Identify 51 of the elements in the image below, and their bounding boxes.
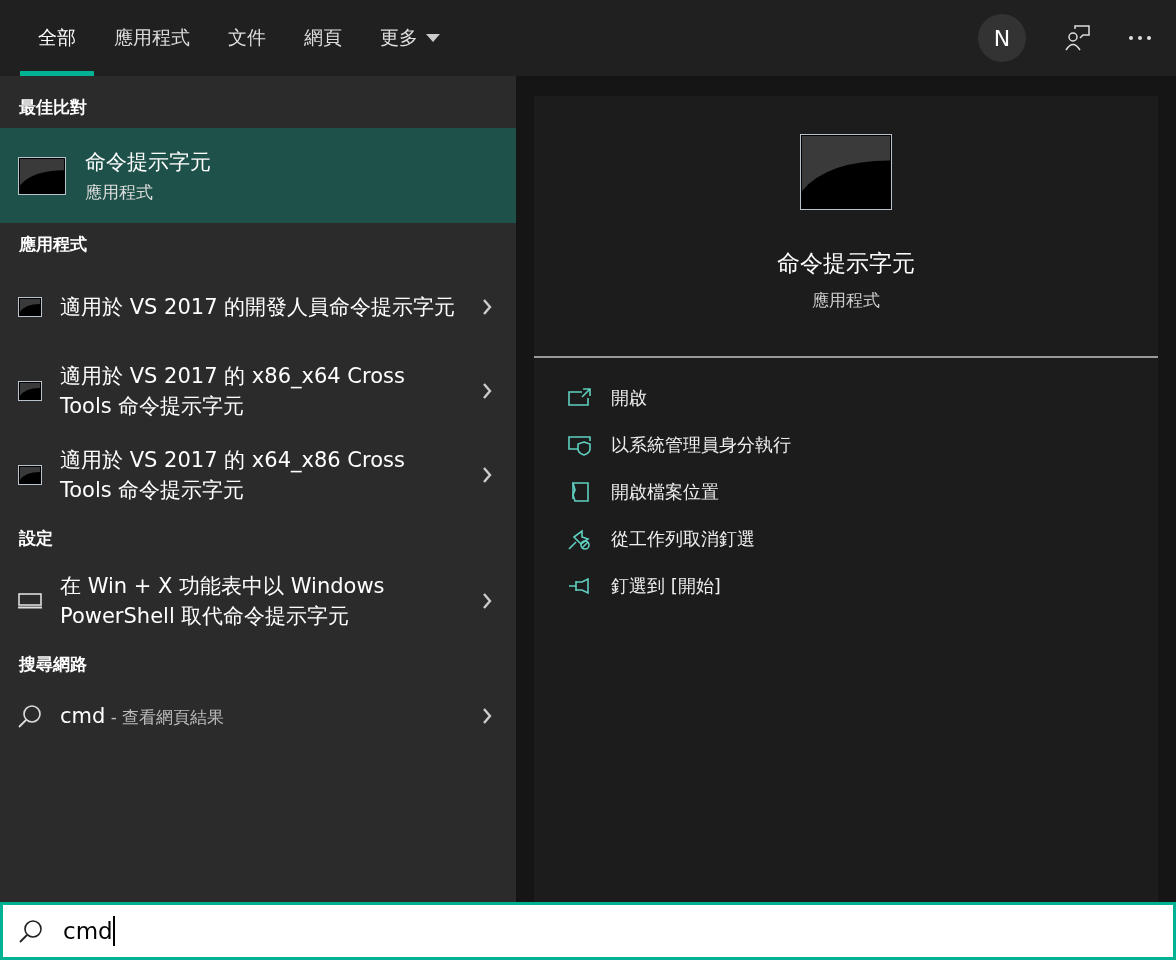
result-subtitle: 應用程式 (85, 181, 154, 204)
terminal-icon (18, 465, 42, 485)
feedback-icon[interactable] (1064, 25, 1090, 51)
chevron-icon (482, 592, 492, 610)
more-icon[interactable] (1128, 35, 1152, 41)
result-title: 適用於 VS 2017 的 x86_x64 Cross Tools 命令提示字元 (60, 363, 406, 420)
action-item[interactable]: 開啟 (568, 386, 1158, 410)
result-title: 在 Win + X 功能表中以 Windows PowerShell 取代命令提示字元 (60, 573, 386, 630)
terminal-icon (800, 134, 892, 210)
query-text: cmd (60, 703, 106, 728)
section-heading: 設定 (18, 527, 54, 550)
terminal-icon (18, 297, 42, 317)
account-avatar[interactable]: N (978, 14, 1026, 62)
search-icon (19, 919, 43, 943)
hint-text: - 查看網頁結果 (109, 706, 225, 727)
terminal-icon (18, 156, 66, 195)
unpin-icon (568, 528, 591, 550)
tab[interactable]: 網頁 (304, 0, 342, 76)
section-heading: 應用程式 (18, 233, 88, 256)
app-title: 命令提示字元 (777, 249, 915, 278)
section-heading: 搜尋網路 (17, 653, 88, 676)
chevron-icon (482, 382, 492, 400)
result-title: 命令提示字元 (85, 149, 212, 176)
chevron-icon (482, 466, 492, 484)
laptop-icon (18, 593, 42, 609)
action-item[interactable]: 釘選到 [開始] (568, 574, 1158, 598)
tab[interactable]: 更多 (380, 0, 440, 76)
terminal-icon (18, 381, 42, 401)
result-title: 適用於 VS 2017 的 x64_x86 Cross Tools 命令提示字元 (60, 447, 406, 504)
result-item[interactable]: 適用於 VS 2017 的 x86_x64 Cross Tools 命令提示字元 (0, 349, 516, 433)
action-item[interactable]: 以系統管理員身分執行 (568, 433, 1158, 457)
caret-icon (426, 34, 440, 42)
result-item[interactable]: 命令提示字元 應用程式 (0, 128, 516, 223)
chevron-icon (482, 298, 492, 316)
tab[interactable]: 應用程式 (114, 0, 190, 76)
action-item[interactable]: 開啟檔案位置 (568, 480, 1158, 504)
result-item[interactable]: cmd - 查看網頁結果 (0, 685, 516, 747)
pin-icon (568, 575, 591, 597)
result-title: 適用於 VS 2017 的開發人員命令提示字元 (60, 294, 457, 321)
open-external-icon (568, 387, 591, 409)
search-field[interactable]: cmd (0, 902, 1176, 960)
search-icon (18, 704, 42, 728)
action-item[interactable]: 從工作列取消釘選 (568, 527, 1158, 551)
app-type: 應用程式 (812, 289, 880, 312)
tab[interactable]: 文件 (228, 0, 266, 76)
section-heading: 最佳比對 (18, 96, 88, 119)
chevron-icon (482, 707, 492, 725)
result-item[interactable]: 在 Win + X 功能表中以 Windows PowerShell 取代命令提示字元 (0, 559, 516, 643)
result-item[interactable]: 適用於 VS 2017 的 x64_x86 Cross Tools 命令提示字元 (0, 433, 516, 517)
result-item[interactable]: 適用於 VS 2017 的開發人員命令提示字元 (0, 265, 516, 349)
shield-icon (568, 434, 591, 456)
